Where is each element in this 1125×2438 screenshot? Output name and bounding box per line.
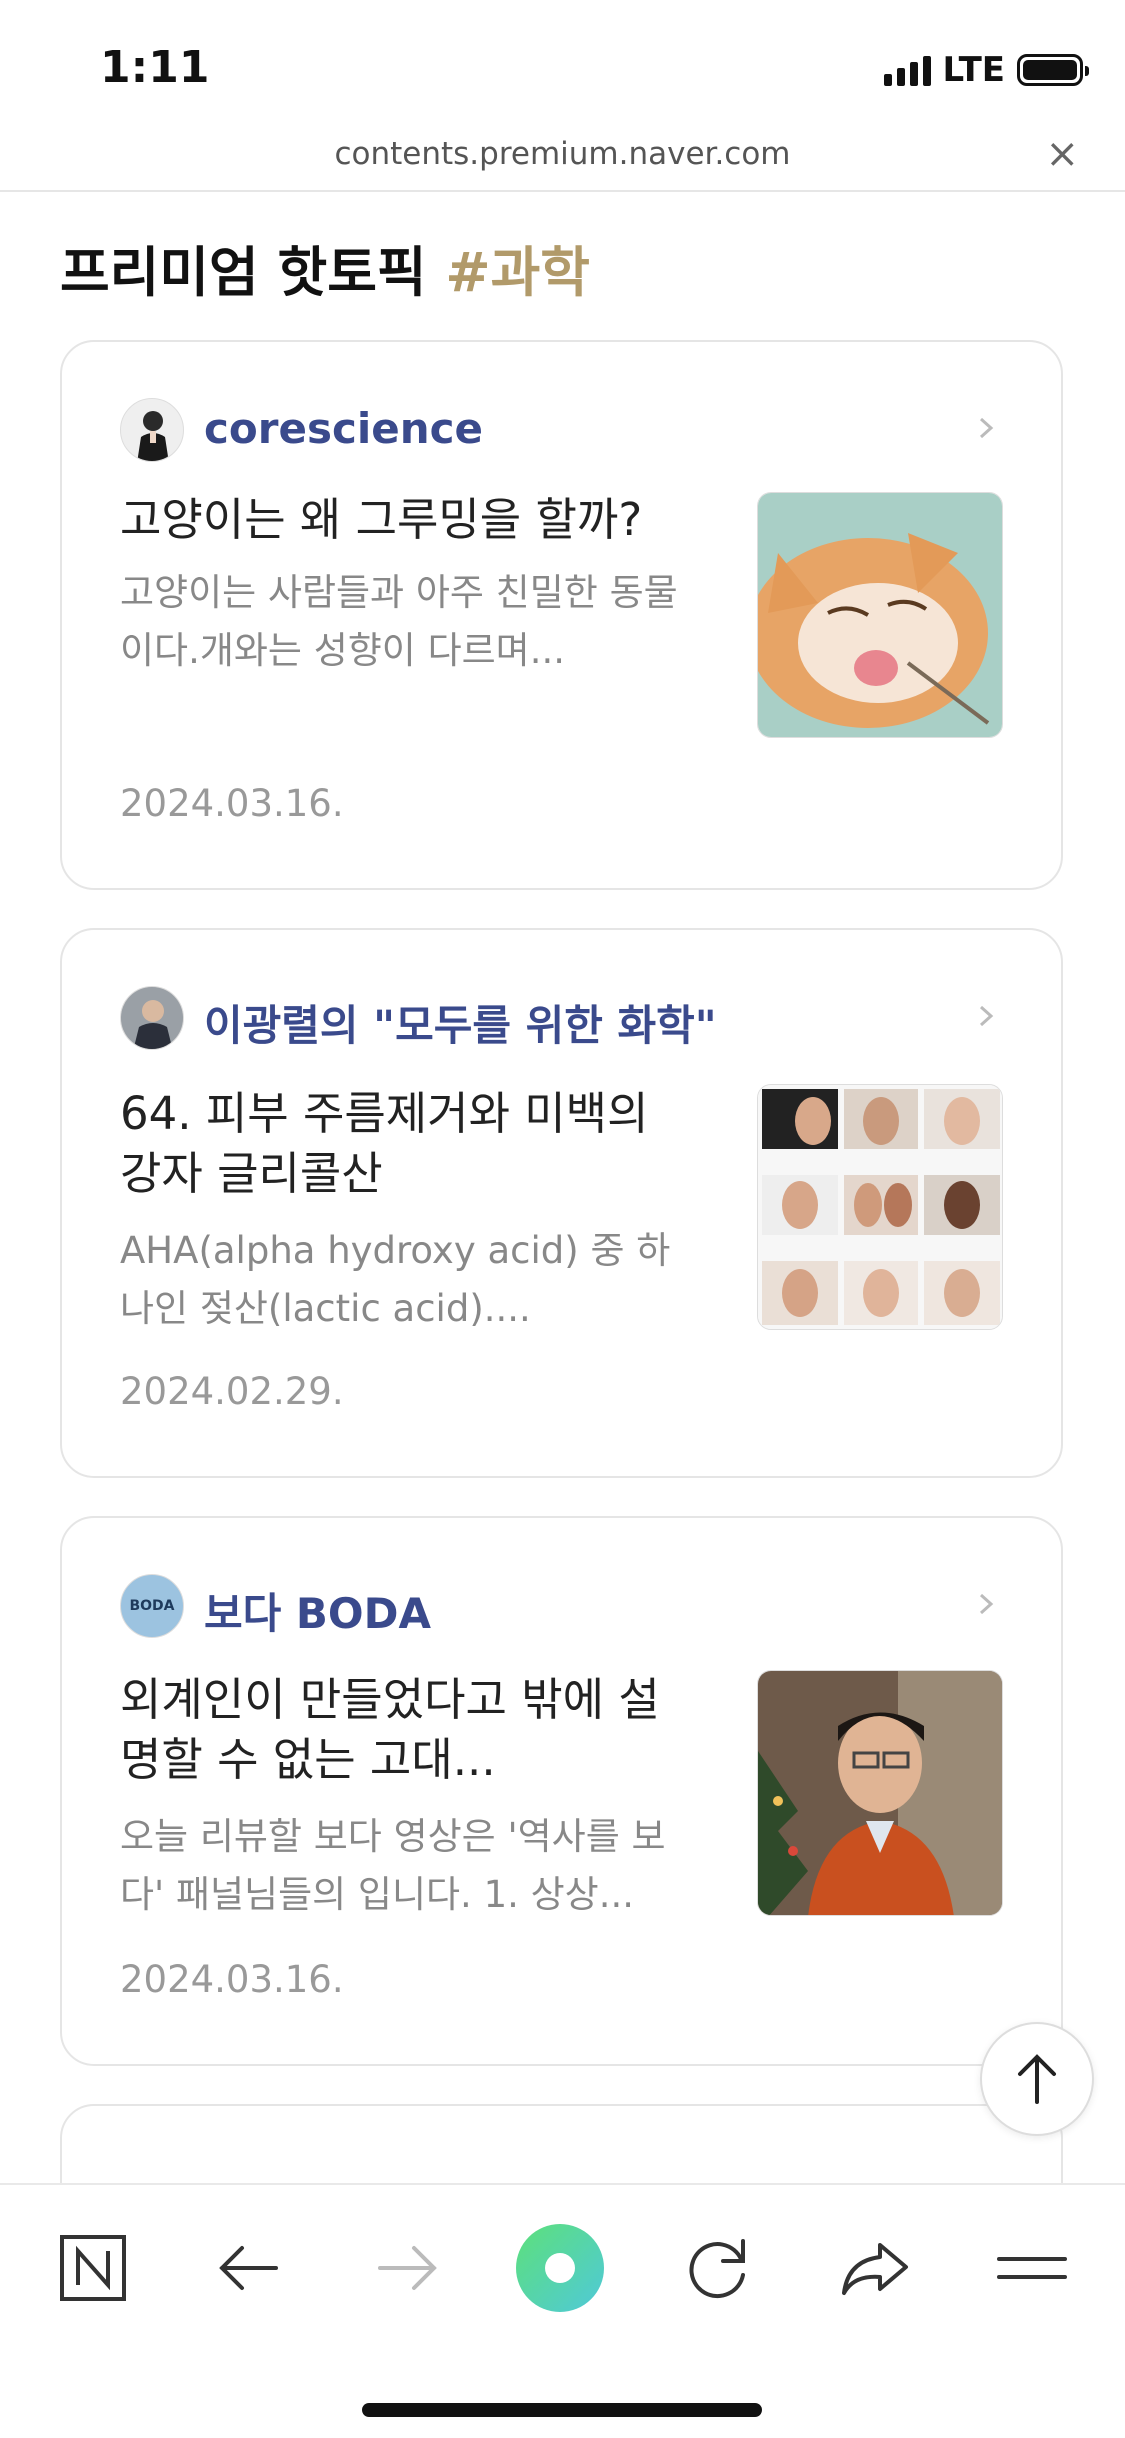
article-excerpt: AHA(alpha hydroxy acid) 중 하나인 젖산(lactic …: [120, 1229, 671, 1330]
article-title[interactable]: 64. 피부 주름제거와 미백의 강자 글리콜산: [120, 1084, 680, 1204]
avatar: BODA: [120, 1574, 184, 1638]
reload-icon[interactable]: [673, 2223, 763, 2313]
chevron-right-icon[interactable]: [977, 1594, 997, 1614]
article-date: 2024.03.16.: [120, 1958, 344, 2001]
author-row[interactable]: BODA 보다 BODA: [120, 1574, 1003, 1640]
signal-icon: [883, 54, 931, 86]
status-indicators: LTE: [883, 50, 1089, 90]
arrow-up-icon: [1018, 2054, 1056, 2104]
chevron-right-icon[interactable]: [977, 1006, 997, 1026]
chevron-right-icon[interactable]: [977, 418, 997, 438]
author-name[interactable]: corescience: [204, 404, 483, 453]
url-text[interactable]: contents.premium.naver.com: [0, 136, 1125, 172]
author-name[interactable]: 이광렬의 "모두를 위한 화학": [204, 992, 717, 1053]
battery-icon: [1017, 54, 1089, 86]
skincare-collage[interactable]: [757, 1084, 1003, 1330]
url-bar: contents.premium.naver.com ×: [0, 130, 1125, 192]
avatar: [120, 398, 184, 462]
author-row[interactable]: corescience: [120, 398, 1003, 464]
share-icon[interactable]: [830, 2223, 920, 2313]
close-icon[interactable]: ×: [1045, 134, 1079, 174]
article-date: 2024.03.16.: [120, 782, 344, 825]
page-title: 프리미엄 핫토픽 #과학: [60, 228, 590, 307]
network-label: LTE: [942, 50, 1005, 90]
article-card[interactable]: 이광렬의 "모두를 위한 화학" 64. 피부 주름제거와 미백의 강자 글리콜…: [60, 928, 1063, 1478]
browser-toolbar: [0, 2183, 1125, 2438]
article-title[interactable]: 고양이는 왜 그루밍을 할까?: [120, 490, 680, 550]
presenter-photo[interactable]: [757, 1670, 1003, 1916]
green-dot-icon[interactable]: [515, 2223, 605, 2313]
article-date: 2024.02.29.: [120, 1370, 344, 1413]
status-time: 1:11: [100, 42, 210, 93]
article-excerpt: 고양이는 사람들과 아주 친밀한 동물이다.개와는 성향이 다르며...: [120, 571, 678, 672]
menu-icon[interactable]: [987, 2223, 1077, 2313]
scroll-top-button[interactable]: [980, 2022, 1094, 2136]
avatar: [120, 986, 184, 1050]
author-name[interactable]: 보다 BODA: [204, 1580, 431, 1641]
back-arrow-icon[interactable]: [204, 2223, 294, 2313]
status-bar: 1:11 LTE: [0, 0, 1125, 140]
page-hashtag[interactable]: #과학: [445, 241, 590, 304]
article-card[interactable]: corescience 고양이는 왜 그루밍을 할까? 고양이는 사람들과 아주…: [60, 340, 1063, 890]
cat-photo[interactable]: [757, 492, 1003, 738]
page-title-text: 프리미엄 핫토픽: [60, 241, 427, 304]
forward-arrow-icon[interactable]: [362, 2223, 452, 2313]
avatar-logo-text: BODA: [129, 1598, 175, 1614]
home-indicator: [362, 2403, 762, 2417]
article-title[interactable]: 외계인이 만들었다고 밖에 설명할 수 없는 고대...: [120, 1670, 680, 1790]
author-row[interactable]: 이광렬의 "모두를 위한 화학": [120, 986, 1003, 1052]
article-excerpt: 오늘 리뷰할 보다 영상은 '역사를 보다' 패널님들의 입니다. 1. 상상.…: [120, 1815, 666, 1916]
naver-home-icon[interactable]: [48, 2223, 138, 2313]
article-card[interactable]: BODA 보다 BODA 외계인이 만들었다고 밖에 설명할 수 없는 고대..…: [60, 1516, 1063, 2066]
